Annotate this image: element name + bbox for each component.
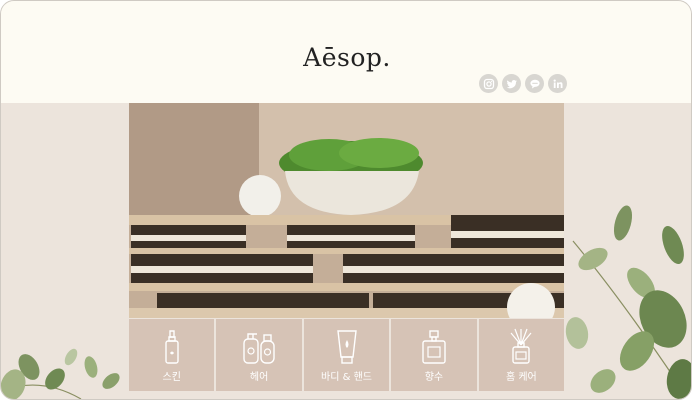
perfume-bottle-icon: [422, 330, 446, 364]
eucalyptus-leaves-right: [565, 205, 691, 399]
instagram-icon[interactable]: [479, 74, 498, 93]
category-tile-skin[interactable]: 스킨: [129, 319, 215, 391]
brand-logo[interactable]: Aēsop.: [1, 43, 691, 72]
category-tile-fragrance[interactable]: 향수: [391, 319, 477, 391]
app-frame: Aēsop. 스킨 헤어 바디 & 핸드 향수 홈 케어: [0, 0, 692, 400]
category-tile-body-hand[interactable]: 바디 & 핸드: [303, 319, 390, 391]
category-label: 홈 케어: [505, 372, 537, 383]
category-label: 스킨: [162, 372, 181, 383]
social-links: [479, 74, 567, 93]
category-label: 헤어: [249, 372, 269, 383]
linkedin-icon[interactable]: [548, 74, 567, 93]
header: Aēsop.: [1, 1, 691, 103]
hand-cream-tube-icon: [336, 330, 357, 364]
category-label: 향수: [424, 372, 444, 383]
category-nav: 스킨 헤어 바디 & 핸드 향수 홈 케어: [129, 319, 565, 391]
twitter-icon[interactable]: [502, 74, 521, 93]
hero-store-image: [129, 103, 564, 318]
diffuser-icon: [510, 328, 532, 364]
chat-icon[interactable]: [525, 74, 544, 93]
eucalyptus-leaves-left: [1, 348, 120, 399]
category-tile-home-care[interactable]: 홈 케어: [478, 319, 565, 391]
category-label: 바디 & 핸드: [321, 372, 372, 383]
category-tile-hair[interactable]: 헤어: [216, 319, 302, 391]
shampoo-bottles-icon: [243, 333, 275, 364]
serum-bottle-icon: [165, 330, 179, 364]
